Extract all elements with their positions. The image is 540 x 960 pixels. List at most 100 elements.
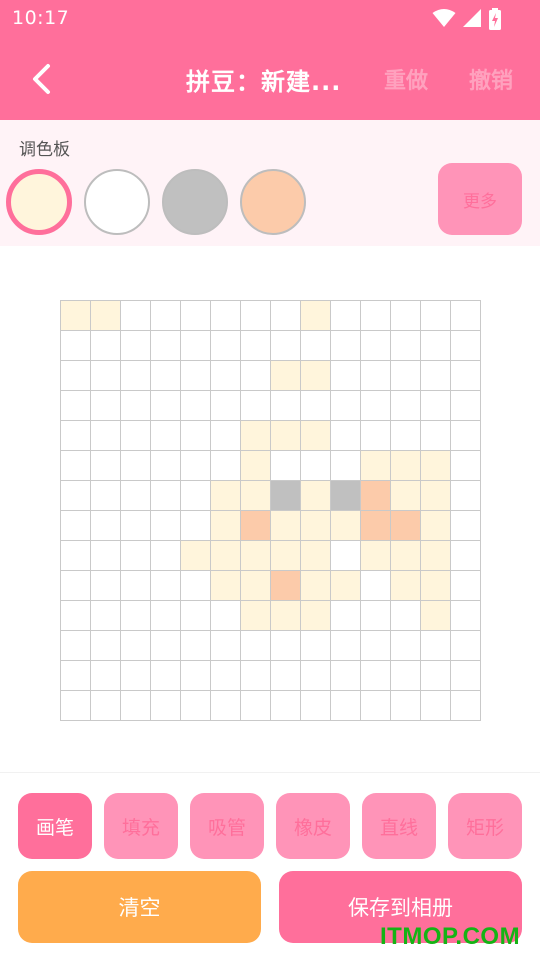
pixel-cell[interactable] — [211, 361, 241, 391]
pixel-cell[interactable] — [271, 601, 301, 631]
pixel-cell[interactable] — [271, 481, 301, 511]
pixel-cell[interactable] — [61, 391, 91, 421]
pixel-cell[interactable] — [271, 421, 301, 451]
pixel-cell[interactable] — [421, 451, 451, 481]
pixel-cell[interactable] — [151, 391, 181, 421]
pixel-cell[interactable] — [301, 571, 331, 601]
pixel-cell[interactable] — [451, 331, 481, 361]
pixel-cell[interactable] — [361, 421, 391, 451]
pixel-cell[interactable] — [331, 301, 361, 331]
pixel-cell[interactable] — [211, 451, 241, 481]
pixel-cell[interactable] — [151, 571, 181, 601]
pixel-cell[interactable] — [451, 391, 481, 421]
pixel-cell[interactable] — [421, 331, 451, 361]
pixel-cell[interactable] — [91, 421, 121, 451]
color-swatch-4[interactable] — [240, 169, 306, 235]
pixel-cell[interactable] — [121, 301, 151, 331]
pixel-cell[interactable] — [151, 331, 181, 361]
pixel-cell[interactable] — [91, 571, 121, 601]
pixel-cell[interactable] — [181, 481, 211, 511]
pixel-canvas[interactable] — [60, 300, 481, 721]
pixel-cell[interactable] — [451, 511, 481, 541]
pixel-cell[interactable] — [91, 661, 121, 691]
pixel-cell[interactable] — [361, 661, 391, 691]
pixel-cell[interactable] — [241, 361, 271, 391]
pixel-cell[interactable] — [391, 571, 421, 601]
pixel-cell[interactable] — [181, 301, 211, 331]
pixel-cell[interactable] — [451, 421, 481, 451]
pixel-cell[interactable] — [181, 361, 211, 391]
tool-rectangle-button[interactable]: 矩形 — [448, 793, 522, 859]
pixel-cell[interactable] — [301, 421, 331, 451]
pixel-cell[interactable] — [241, 631, 271, 661]
pixel-cell[interactable] — [301, 691, 331, 721]
pixel-cell[interactable] — [181, 691, 211, 721]
pixel-cell[interactable] — [391, 601, 421, 631]
pixel-cell[interactable] — [91, 601, 121, 631]
pixel-cell[interactable] — [121, 661, 151, 691]
pixel-cell[interactable] — [331, 361, 361, 391]
pixel-cell[interactable] — [361, 361, 391, 391]
pixel-cell[interactable] — [211, 421, 241, 451]
pixel-cell[interactable] — [241, 571, 271, 601]
pixel-cell[interactable] — [91, 361, 121, 391]
more-colors-button[interactable]: 更多 — [438, 163, 522, 235]
pixel-cell[interactable] — [391, 511, 421, 541]
pixel-cell[interactable] — [61, 571, 91, 601]
pixel-cell[interactable] — [271, 511, 301, 541]
pixel-cell[interactable] — [151, 301, 181, 331]
pixel-cell[interactable] — [61, 421, 91, 451]
pixel-cell[interactable] — [61, 541, 91, 571]
pixel-cell[interactable] — [151, 661, 181, 691]
pixel-cell[interactable] — [61, 481, 91, 511]
pixel-cell[interactable] — [61, 331, 91, 361]
pixel-cell[interactable] — [421, 691, 451, 721]
pixel-cell[interactable] — [151, 511, 181, 541]
pixel-cell[interactable] — [421, 631, 451, 661]
pixel-cell[interactable] — [271, 571, 301, 601]
pixel-cell[interactable] — [331, 451, 361, 481]
pixel-cell[interactable] — [421, 661, 451, 691]
pixel-cell[interactable] — [421, 541, 451, 571]
pixel-cell[interactable] — [121, 451, 151, 481]
pixel-cell[interactable] — [361, 541, 391, 571]
pixel-cell[interactable] — [361, 571, 391, 601]
pixel-cell[interactable] — [271, 361, 301, 391]
pixel-cell[interactable] — [181, 541, 211, 571]
pixel-cell[interactable] — [151, 361, 181, 391]
pixel-cell[interactable] — [331, 421, 361, 451]
pixel-cell[interactable] — [451, 361, 481, 391]
pixel-cell[interactable] — [241, 691, 271, 721]
pixel-cell[interactable] — [61, 691, 91, 721]
pixel-cell[interactable] — [391, 331, 421, 361]
pixel-cell[interactable] — [361, 601, 391, 631]
pixel-cell[interactable] — [331, 511, 361, 541]
pixel-cell[interactable] — [121, 631, 151, 661]
back-button[interactable] — [24, 56, 64, 102]
pixel-cell[interactable] — [421, 601, 451, 631]
pixel-cell[interactable] — [421, 301, 451, 331]
pixel-cell[interactable] — [301, 451, 331, 481]
pixel-cell[interactable] — [421, 571, 451, 601]
pixel-cell[interactable] — [451, 301, 481, 331]
pixel-cell[interactable] — [91, 511, 121, 541]
pixel-cell[interactable] — [331, 481, 361, 511]
pixel-cell[interactable] — [391, 421, 421, 451]
pixel-cell[interactable] — [271, 631, 301, 661]
pixel-cell[interactable] — [91, 541, 121, 571]
pixel-cell[interactable] — [61, 661, 91, 691]
pixel-cell[interactable] — [271, 301, 301, 331]
pixel-cell[interactable] — [301, 331, 331, 361]
pixel-cell[interactable] — [361, 451, 391, 481]
pixel-cell[interactable] — [301, 661, 331, 691]
pixel-cell[interactable] — [181, 631, 211, 661]
pixel-cell[interactable] — [301, 301, 331, 331]
color-swatch-3[interactable] — [162, 169, 228, 235]
pixel-cell[interactable] — [451, 661, 481, 691]
pixel-cell[interactable] — [121, 541, 151, 571]
pixel-cell[interactable] — [211, 541, 241, 571]
pixel-cell[interactable] — [61, 511, 91, 541]
pixel-cell[interactable] — [391, 391, 421, 421]
pixel-cell[interactable] — [211, 631, 241, 661]
pixel-cell[interactable] — [211, 481, 241, 511]
